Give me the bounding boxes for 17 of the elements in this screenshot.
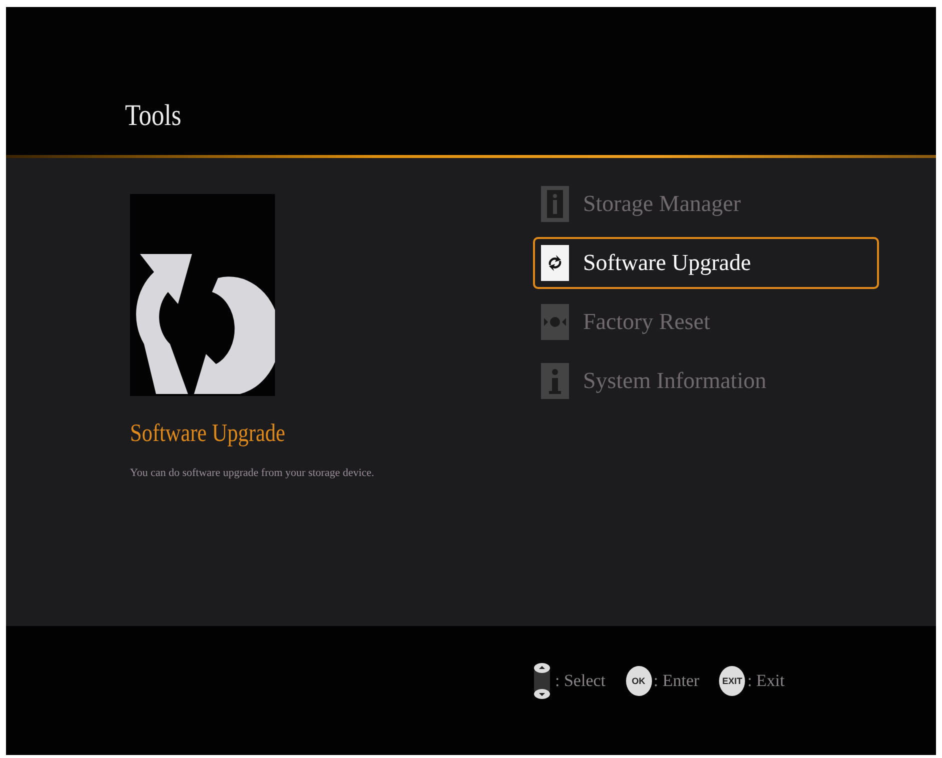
refresh-icon: [541, 245, 569, 281]
key-badge: OK: [626, 666, 652, 696]
menu-item[interactable]: Factory Reset: [533, 296, 879, 348]
preview-title: Software Upgrade: [130, 420, 286, 448]
hint-label: : Exit: [747, 670, 785, 690]
reset-icon: [541, 304, 569, 340]
menu-item[interactable]: Software Upgrade: [533, 237, 879, 289]
menu-item[interactable]: Storage Manager: [533, 178, 879, 230]
hint-label: : Select: [555, 670, 606, 690]
screen-title: Tools: [125, 99, 182, 133]
hint-label: : Enter: [654, 670, 700, 690]
arrow-keys-icon: [531, 662, 553, 698]
info-icon: [541, 363, 569, 399]
preview-description: You can do software upgrade from your storage device.: [130, 466, 376, 481]
menu-item[interactable]: System Information: [533, 355, 879, 407]
key-badge: EXIT: [719, 666, 746, 696]
storage-icon: [541, 186, 569, 222]
